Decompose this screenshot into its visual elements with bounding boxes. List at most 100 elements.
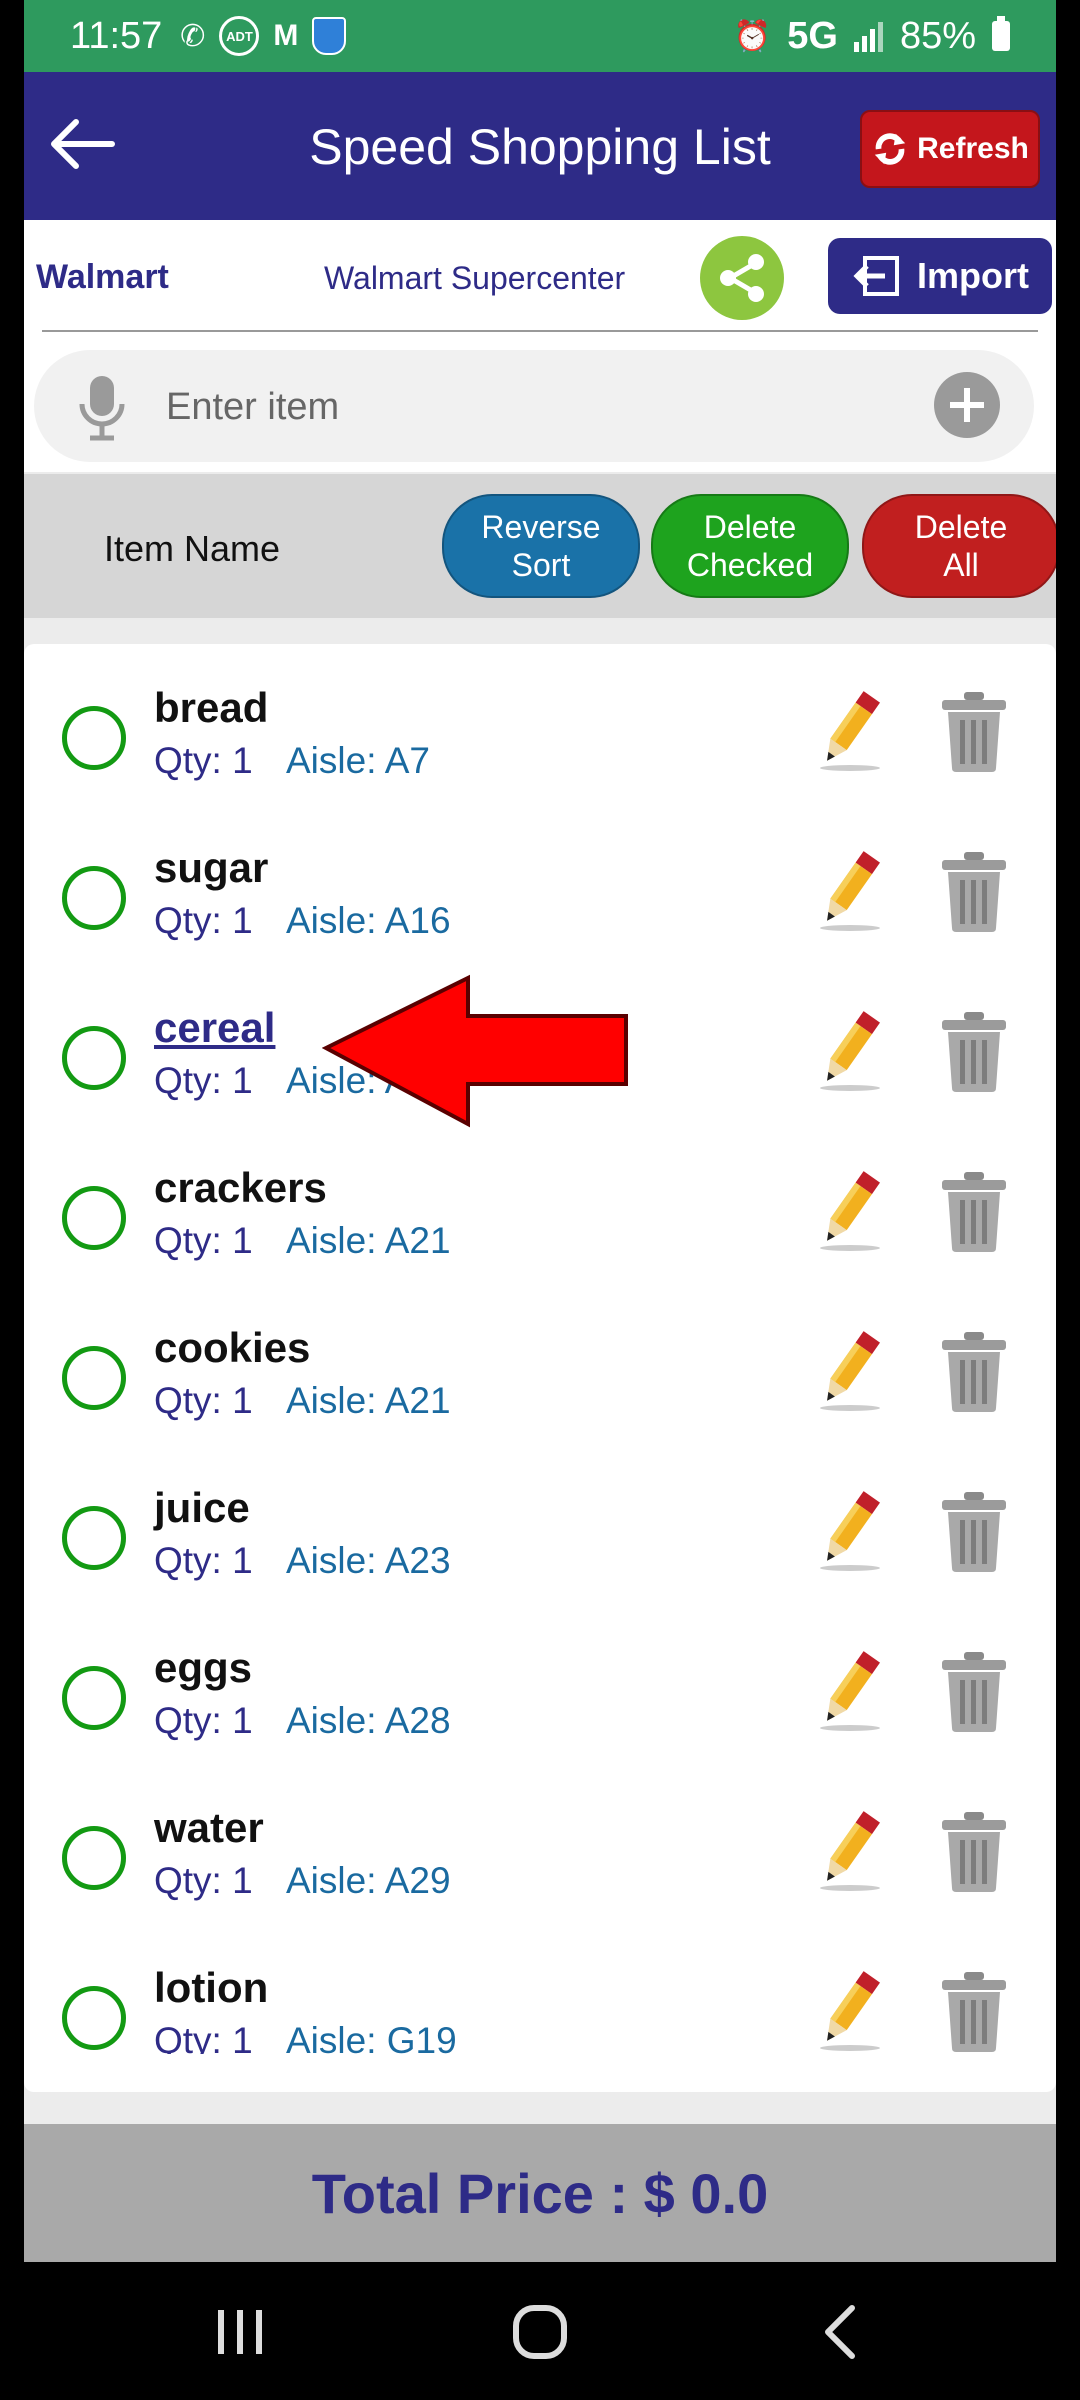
- checkbox-icon[interactable]: [62, 1826, 126, 1890]
- mic-icon[interactable]: [76, 372, 128, 444]
- item-aisle: Aisle: G19: [286, 2020, 457, 2054]
- checkbox-icon[interactable]: [62, 1986, 126, 2050]
- alarm-icon: ⏰: [733, 19, 772, 53]
- sort-label[interactable]: Item Name: [104, 528, 280, 570]
- list-item: cookies Qty: 1 Aisle: A21: [24, 1324, 1056, 1484]
- pencil-icon[interactable]: [810, 1484, 890, 1572]
- shield-icon: [312, 17, 347, 55]
- trash-icon[interactable]: [936, 1970, 1012, 2054]
- share-icon: [720, 254, 764, 302]
- pencil-icon[interactable]: [810, 684, 890, 772]
- delete-all-button[interactable]: Delete All: [862, 494, 1056, 598]
- pencil-icon[interactable]: [810, 1324, 890, 1412]
- item-aisle: Aisle: A23: [286, 1540, 451, 1581]
- item-qty: Qty: 1: [154, 740, 253, 781]
- item-qty: Qty: 1: [154, 1700, 253, 1741]
- pencil-icon[interactable]: [810, 1804, 890, 1892]
- recents-icon[interactable]: [200, 2302, 280, 2362]
- battery-icon: [992, 16, 1010, 51]
- add-item-box: [34, 350, 1034, 462]
- refresh-label: Refresh: [917, 132, 1029, 165]
- add-item-bar: [24, 332, 1056, 472]
- share-button[interactable]: [700, 236, 784, 320]
- battery-percent: 85%: [899, 14, 976, 57]
- checkbox-icon[interactable]: [62, 706, 126, 770]
- annotation-arrow: [322, 974, 628, 1128]
- item-qty: Qty: 1: [154, 1540, 253, 1581]
- import-label: Import: [917, 255, 1029, 296]
- item-aisle: Aisle: A7: [286, 740, 430, 781]
- phone-icon: ✆: [180, 19, 206, 53]
- refresh-icon: [874, 133, 906, 165]
- item-qty: Qty: 1: [154, 2020, 253, 2054]
- pencil-icon[interactable]: [810, 1644, 890, 1732]
- store-name[interactable]: Walmart: [36, 258, 169, 297]
- back-icon[interactable]: [800, 2302, 880, 2362]
- item-name[interactable]: crackers: [154, 1164, 327, 1212]
- item-list: bread Qty: 1 Aisle: A7 sugar Qty: 1 Aisle: A1…: [24, 684, 1056, 2054]
- item-name[interactable]: water: [154, 1804, 264, 1852]
- checkbox-icon[interactable]: [62, 1026, 126, 1090]
- checkbox-icon[interactable]: [62, 1346, 126, 1410]
- item-name[interactable]: eggs: [154, 1644, 252, 1692]
- gmail-icon: M: [273, 19, 299, 52]
- delete-checked-button[interactable]: Delete Checked: [651, 494, 849, 598]
- pencil-icon[interactable]: [810, 1164, 890, 1252]
- import-button[interactable]: Import: [828, 238, 1052, 314]
- pencil-icon[interactable]: [810, 1964, 890, 2052]
- total-bar: Total Price : $ 0.0: [24, 2124, 1056, 2262]
- total-price: Total Price : $ 0.0: [311, 2161, 769, 2225]
- item-aisle: Aisle: A21: [286, 1380, 451, 1421]
- reverse-sort-button[interactable]: Reverse Sort: [442, 494, 640, 598]
- item-aisle: Aisle: A28: [286, 1700, 451, 1741]
- item-qty: Qty: 1: [154, 1220, 253, 1261]
- signal-icon: [853, 20, 884, 52]
- trash-icon[interactable]: [936, 1330, 1012, 1414]
- list-item: water Qty: 1 Aisle: A29: [24, 1804, 1056, 1964]
- pencil-icon[interactable]: [810, 844, 890, 932]
- status-time: 11:57: [70, 14, 163, 57]
- checkbox-icon[interactable]: [62, 1666, 126, 1730]
- trash-icon[interactable]: [936, 1010, 1012, 1094]
- pencil-icon[interactable]: [810, 1004, 890, 1092]
- store-row: Walmart Walmart Supercenter Import: [24, 220, 1056, 332]
- trash-icon[interactable]: [936, 1810, 1012, 1894]
- plus-icon[interactable]: [934, 372, 1000, 438]
- store-location[interactable]: Walmart Supercenter: [324, 260, 625, 297]
- sort-bar: Item Name Reverse Sort Delete Checked De…: [24, 474, 1056, 618]
- trash-icon[interactable]: [936, 1170, 1012, 1254]
- item-name[interactable]: sugar: [154, 844, 268, 892]
- item-aisle: Aisle: A21: [286, 1220, 451, 1261]
- item-name[interactable]: bread: [154, 684, 268, 732]
- list-item: crackers Qty: 1 Aisle: A21: [24, 1164, 1056, 1324]
- status-bar: 11:57 ✆ ADT M ⏰ 5G 85%: [24, 0, 1056, 72]
- item-qty: Qty: 1: [154, 1060, 253, 1101]
- trash-icon[interactable]: [936, 850, 1012, 934]
- app-header: Speed Shopping List Refresh: [24, 72, 1056, 220]
- trash-icon[interactable]: [936, 1650, 1012, 1734]
- item-input[interactable]: [164, 372, 928, 442]
- checkbox-icon[interactable]: [62, 1506, 126, 1570]
- shopping-list: bread Qty: 1 Aisle: A7 sugar Qty: 1 Aisle: A1…: [24, 644, 1056, 2092]
- trash-icon[interactable]: [936, 690, 1012, 774]
- item-aisle: Aisle: A29: [286, 1860, 451, 1901]
- list-item: lotion Qty: 1 Aisle: G19: [24, 1964, 1056, 2054]
- adt-icon: ADT: [219, 16, 260, 56]
- item-name[interactable]: juice: [154, 1484, 250, 1532]
- item-qty: Qty: 1: [154, 1380, 253, 1421]
- item-qty: Qty: 1: [154, 900, 253, 941]
- item-qty: Qty: 1: [154, 1860, 253, 1901]
- item-name[interactable]: cereal: [154, 1004, 275, 1052]
- list-item: eggs Qty: 1 Aisle: A28: [24, 1644, 1056, 1804]
- import-icon: [853, 256, 899, 296]
- checkbox-icon[interactable]: [62, 1186, 126, 1250]
- item-name[interactable]: lotion: [154, 1964, 268, 2012]
- list-item: juice Qty: 1 Aisle: A23: [24, 1484, 1056, 1644]
- list-item: bread Qty: 1 Aisle: A7: [24, 684, 1056, 844]
- checkbox-icon[interactable]: [62, 866, 126, 930]
- network-label: 5G: [787, 14, 838, 57]
- refresh-button[interactable]: Refresh: [860, 110, 1040, 188]
- home-icon[interactable]: [500, 2302, 580, 2362]
- trash-icon[interactable]: [936, 1490, 1012, 1574]
- item-name[interactable]: cookies: [154, 1324, 310, 1372]
